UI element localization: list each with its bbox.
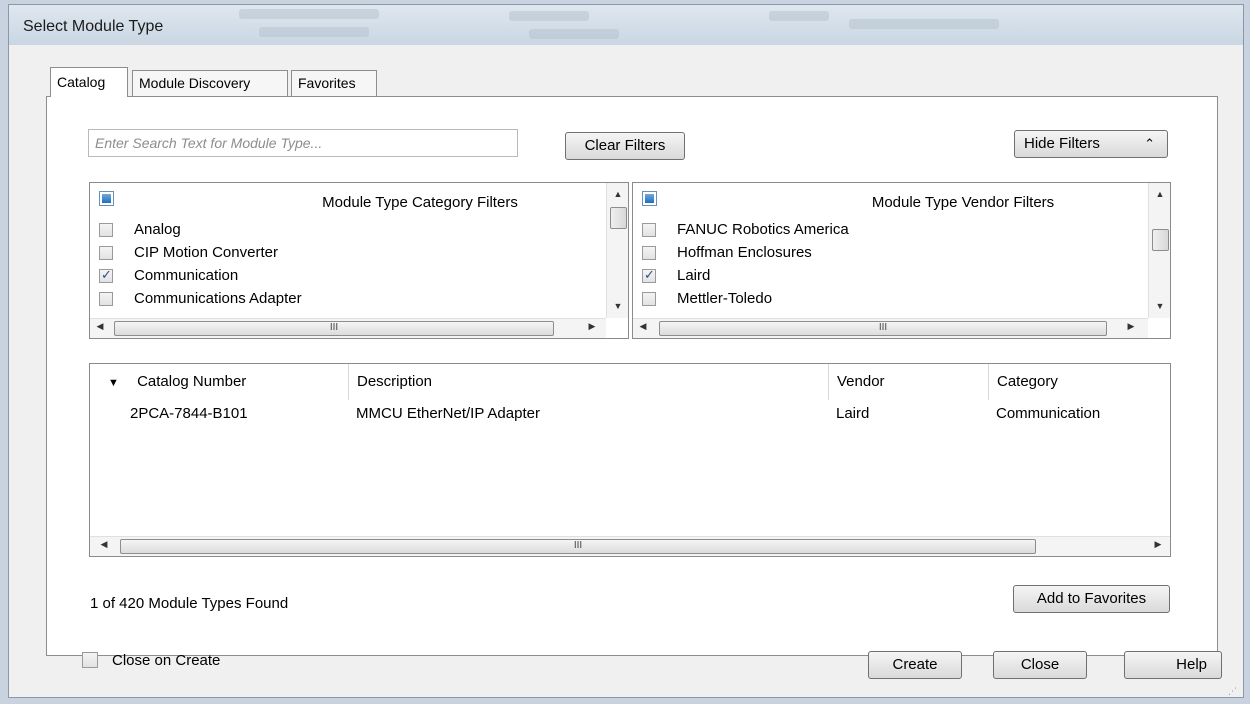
vendor-label: Mettler-Toledo	[677, 290, 773, 307]
vendor-checkbox-checked[interactable]	[642, 267, 656, 283]
category-label: Communication	[134, 267, 239, 284]
cell-description: MMCU EtherNet/IP Adapter	[356, 405, 540, 422]
scroll-left-arrow-icon[interactable]: ◀	[96, 539, 112, 550]
category-checkbox-checked[interactable]	[99, 267, 113, 283]
category-vertical-scrollbar[interactable]: ▲ ▼	[606, 183, 628, 318]
column-catalog-number[interactable]: ▼ Catalog Number	[90, 364, 348, 400]
resize-grip-icon[interactable]: ⋰	[1228, 686, 1238, 696]
scroll-right-arrow-icon[interactable]: ▶	[584, 321, 600, 332]
window-title: Select Module Type	[23, 18, 164, 35]
category-label: Analog	[134, 221, 181, 238]
close-on-create-checkbox[interactable]	[82, 652, 98, 668]
select-all-categories-checkbox[interactable]	[99, 191, 114, 206]
background-blur	[849, 19, 999, 29]
background-blur	[509, 11, 589, 21]
scroll-right-arrow-icon[interactable]: ▶	[1123, 321, 1139, 332]
scroll-up-arrow-icon[interactable]: ▲	[607, 189, 628, 199]
scroll-down-arrow-icon[interactable]: ▼	[607, 301, 628, 311]
double-chevron-up-icon: ⌃	[1144, 136, 1155, 151]
category-checkbox[interactable]	[99, 246, 113, 260]
category-checkbox[interactable]	[99, 223, 113, 237]
vendor-filter-title: Module Type Vendor Filters	[871, 194, 1055, 211]
module-results-table: ▼ Catalog Number Description Vendor Cate…	[89, 363, 1171, 557]
close-on-create-label: Close on Create	[112, 652, 221, 669]
tab-catalog[interactable]: Catalog	[50, 67, 128, 97]
add-to-favorites-button[interactable]: Add to Favorites	[1013, 585, 1170, 613]
background-blur	[239, 9, 379, 19]
vendor-checkbox[interactable]	[642, 246, 656, 260]
cell-category: Communication	[996, 405, 1101, 422]
category-checkbox[interactable]	[99, 292, 113, 306]
background-blur	[769, 11, 829, 21]
cell-vendor: Laird	[836, 405, 870, 422]
tab-module-discovery[interactable]: Module Discovery	[132, 70, 288, 96]
scroll-grip: III	[573, 540, 583, 551]
vendor-vertical-scrollbar[interactable]: ▲ ▼	[1148, 183, 1170, 318]
background-blur	[529, 29, 619, 39]
vendor-filter-list: Module Type Vendor Filters FANUC Robotic…	[632, 182, 1171, 339]
tab-favorites[interactable]: Favorites	[291, 70, 377, 96]
sort-descending-icon[interactable]: ▼	[108, 377, 119, 389]
cell-catalog-number: 2PCA-7844-B101	[130, 405, 248, 422]
create-button[interactable]: Create	[868, 651, 962, 679]
scroll-thumb[interactable]: III	[659, 321, 1107, 336]
category-label: Communications Adapter	[134, 290, 302, 307]
table-header: ▼ Catalog Number Description Vendor Cate…	[90, 364, 1170, 400]
column-description[interactable]: Description	[348, 364, 828, 400]
vendor-label: Hoffman Enclosures	[677, 244, 812, 261]
column-category[interactable]: Category	[988, 364, 1170, 400]
scroll-grip: III	[329, 322, 339, 333]
search-input[interactable]: Enter Search Text for Module Type...	[88, 129, 518, 157]
clear-filters-button[interactable]: Clear Filters	[565, 132, 685, 160]
category-horizontal-scrollbar[interactable]: ◀ III ▶	[90, 318, 606, 338]
vendor-filter-header: Module Type Vendor Filters	[633, 183, 1170, 221]
results-count-status: 1 of 420 Module Types Found	[90, 595, 289, 612]
vendor-checkbox[interactable]	[642, 292, 656, 306]
vendor-checkbox[interactable]	[642, 223, 656, 237]
background-blur	[259, 27, 369, 37]
hide-filters-label: Hide Filters	[1024, 135, 1100, 152]
scroll-down-arrow-icon[interactable]: ▼	[1149, 301, 1170, 311]
column-vendor[interactable]: Vendor	[828, 364, 988, 400]
category-filter-title: Module Type Category Filters	[322, 194, 518, 211]
select-all-vendors-checkbox[interactable]	[642, 191, 657, 206]
column-label: Catalog Number	[137, 373, 247, 390]
results-horizontal-scrollbar[interactable]: ◀ III ▶	[90, 536, 1170, 556]
scroll-thumb[interactable]	[610, 207, 627, 229]
vendor-horizontal-scrollbar[interactable]: ◀ III ▶	[633, 318, 1148, 338]
category-label: CIP Motion Converter	[134, 244, 278, 261]
vendor-label: Laird	[677, 267, 711, 284]
category-filter-list: Module Type Category Filters Analog CIP …	[89, 182, 629, 339]
scroll-up-arrow-icon[interactable]: ▲	[1149, 189, 1170, 199]
hide-filters-button[interactable]: Hide Filters ⌃	[1014, 130, 1168, 158]
scroll-thumb[interactable]	[1152, 229, 1169, 251]
scroll-left-arrow-icon[interactable]: ◀	[635, 321, 651, 332]
category-filter-header: Module Type Category Filters	[90, 183, 628, 221]
scroll-thumb[interactable]: III	[120, 539, 1036, 554]
scroll-thumb[interactable]: III	[114, 321, 554, 336]
vendor-label: FANUC Robotics America	[677, 221, 849, 238]
scroll-left-arrow-icon[interactable]: ◀	[92, 321, 108, 332]
title-bar: Select Module Type	[9, 5, 1243, 45]
help-button[interactable]: Help	[1124, 651, 1222, 679]
scroll-right-arrow-icon[interactable]: ▶	[1150, 539, 1166, 550]
close-button[interactable]: Close	[993, 651, 1087, 679]
scroll-grip: III	[878, 322, 888, 333]
